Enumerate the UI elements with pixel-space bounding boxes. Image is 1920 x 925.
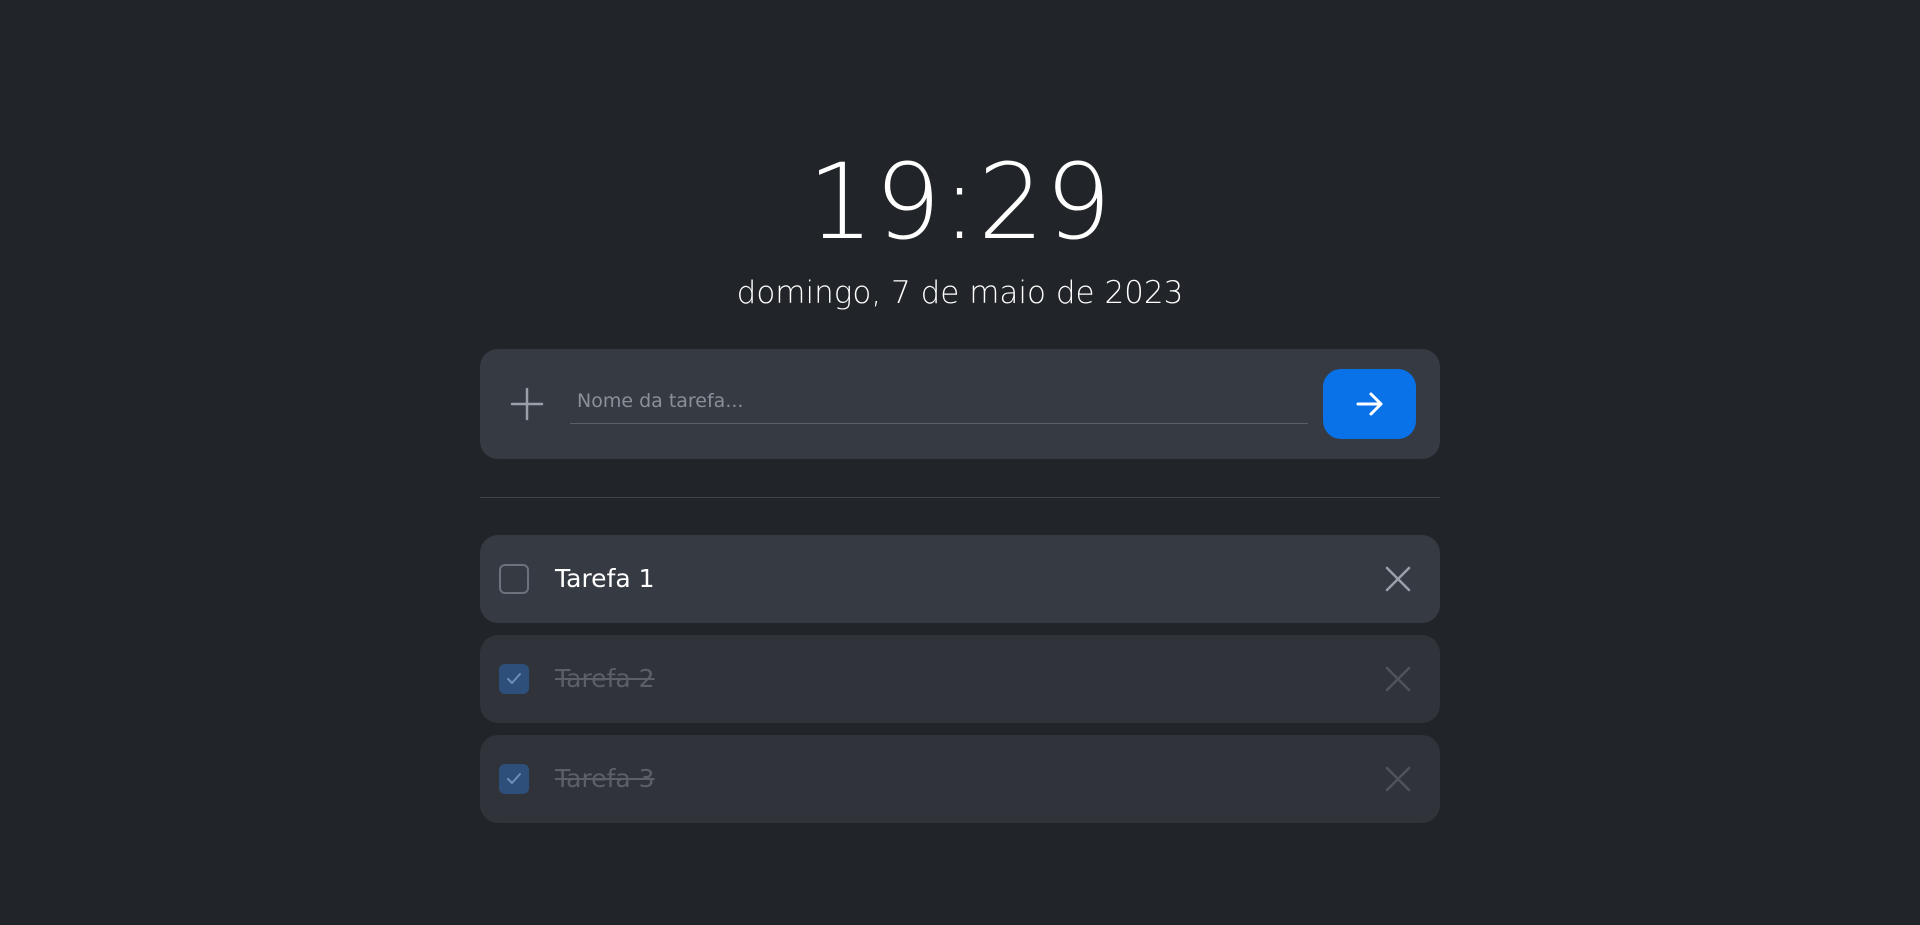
task-list: Tarefa 1 Tarefa 2 Tarefa 3 xyxy=(480,535,1440,835)
task-label: Tarefa 3 xyxy=(555,764,655,793)
add-task-panel xyxy=(480,349,1440,459)
close-icon xyxy=(1385,566,1411,592)
plus-icon xyxy=(510,387,544,421)
task-item: Tarefa 2 xyxy=(480,635,1440,723)
delete-task-button[interactable] xyxy=(1384,565,1412,593)
delete-task-button[interactable] xyxy=(1384,665,1412,693)
task-checkbox-checked[interactable] xyxy=(499,764,529,794)
divider xyxy=(480,497,1440,498)
task-name-input[interactable] xyxy=(570,379,1308,424)
task-item: Tarefa 1 xyxy=(480,535,1440,623)
check-icon xyxy=(507,773,521,784)
delete-task-button[interactable] xyxy=(1384,765,1412,793)
current-date: domingo, 7 de maio de 2023 xyxy=(736,275,1184,311)
close-icon xyxy=(1385,766,1411,792)
close-icon xyxy=(1385,666,1411,692)
task-label: Tarefa 2 xyxy=(555,664,655,693)
clock-time: 19:29 xyxy=(807,141,1113,263)
check-icon xyxy=(507,673,521,684)
task-label: Tarefa 1 xyxy=(555,564,655,593)
task-item: Tarefa 3 xyxy=(480,735,1440,823)
arrow-right-icon xyxy=(1356,392,1382,416)
task-checkbox[interactable] xyxy=(499,564,529,594)
add-task-button[interactable] xyxy=(1323,369,1416,439)
task-checkbox-checked[interactable] xyxy=(499,664,529,694)
